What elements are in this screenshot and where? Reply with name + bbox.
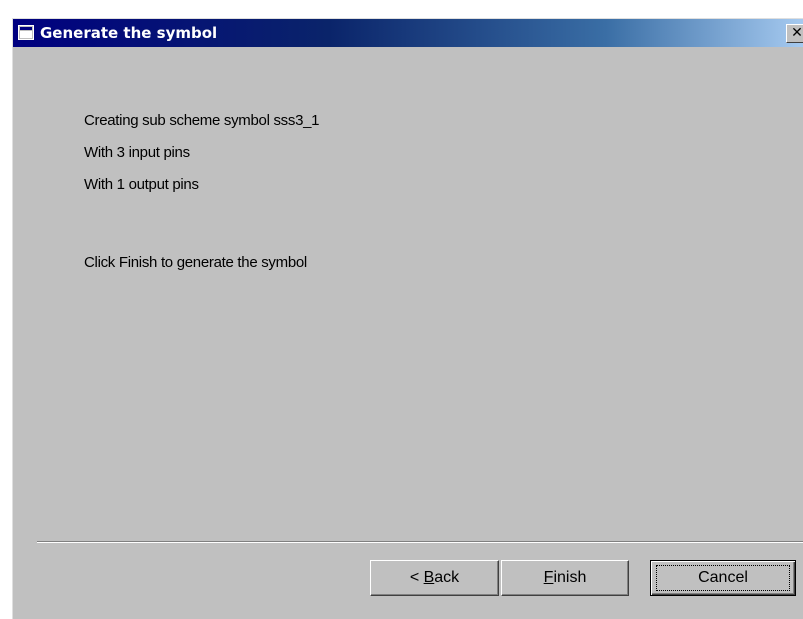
close-icon: ✕ (791, 25, 803, 41)
close-button[interactable]: ✕ (786, 24, 803, 43)
message-output-pins: With 1 output pins (84, 176, 199, 193)
back-button[interactable]: < Back (370, 560, 499, 596)
message-input-pins: With 3 input pins (84, 144, 190, 161)
wizard-dialog: Generate the symbol ✕ Creating sub schem… (12, 18, 803, 619)
cancel-button-label: Cancel (698, 569, 748, 586)
back-button-mnemonic: B (423, 569, 435, 586)
back-button-label: ack (434, 569, 460, 586)
button-separator (37, 541, 803, 543)
finish-button-mnemonic: F (543, 569, 554, 586)
finish-button[interactable]: Finish (501, 560, 629, 596)
message-instruction: Click Finish to generate the symbol (84, 254, 307, 271)
window-icon (18, 25, 34, 40)
message-creating-symbol: Creating sub scheme symbol sss3_1 (84, 112, 320, 129)
back-button-prefix: < (409, 569, 424, 586)
cancel-button[interactable]: Cancel (650, 560, 796, 596)
dialog-title: Generate the symbol (40, 24, 218, 42)
title-bar[interactable]: Generate the symbol ✕ (13, 19, 803, 47)
finish-button-label: inish (553, 569, 587, 586)
wizard-content: Creating sub scheme symbol sss3_1 With 3… (13, 47, 803, 527)
